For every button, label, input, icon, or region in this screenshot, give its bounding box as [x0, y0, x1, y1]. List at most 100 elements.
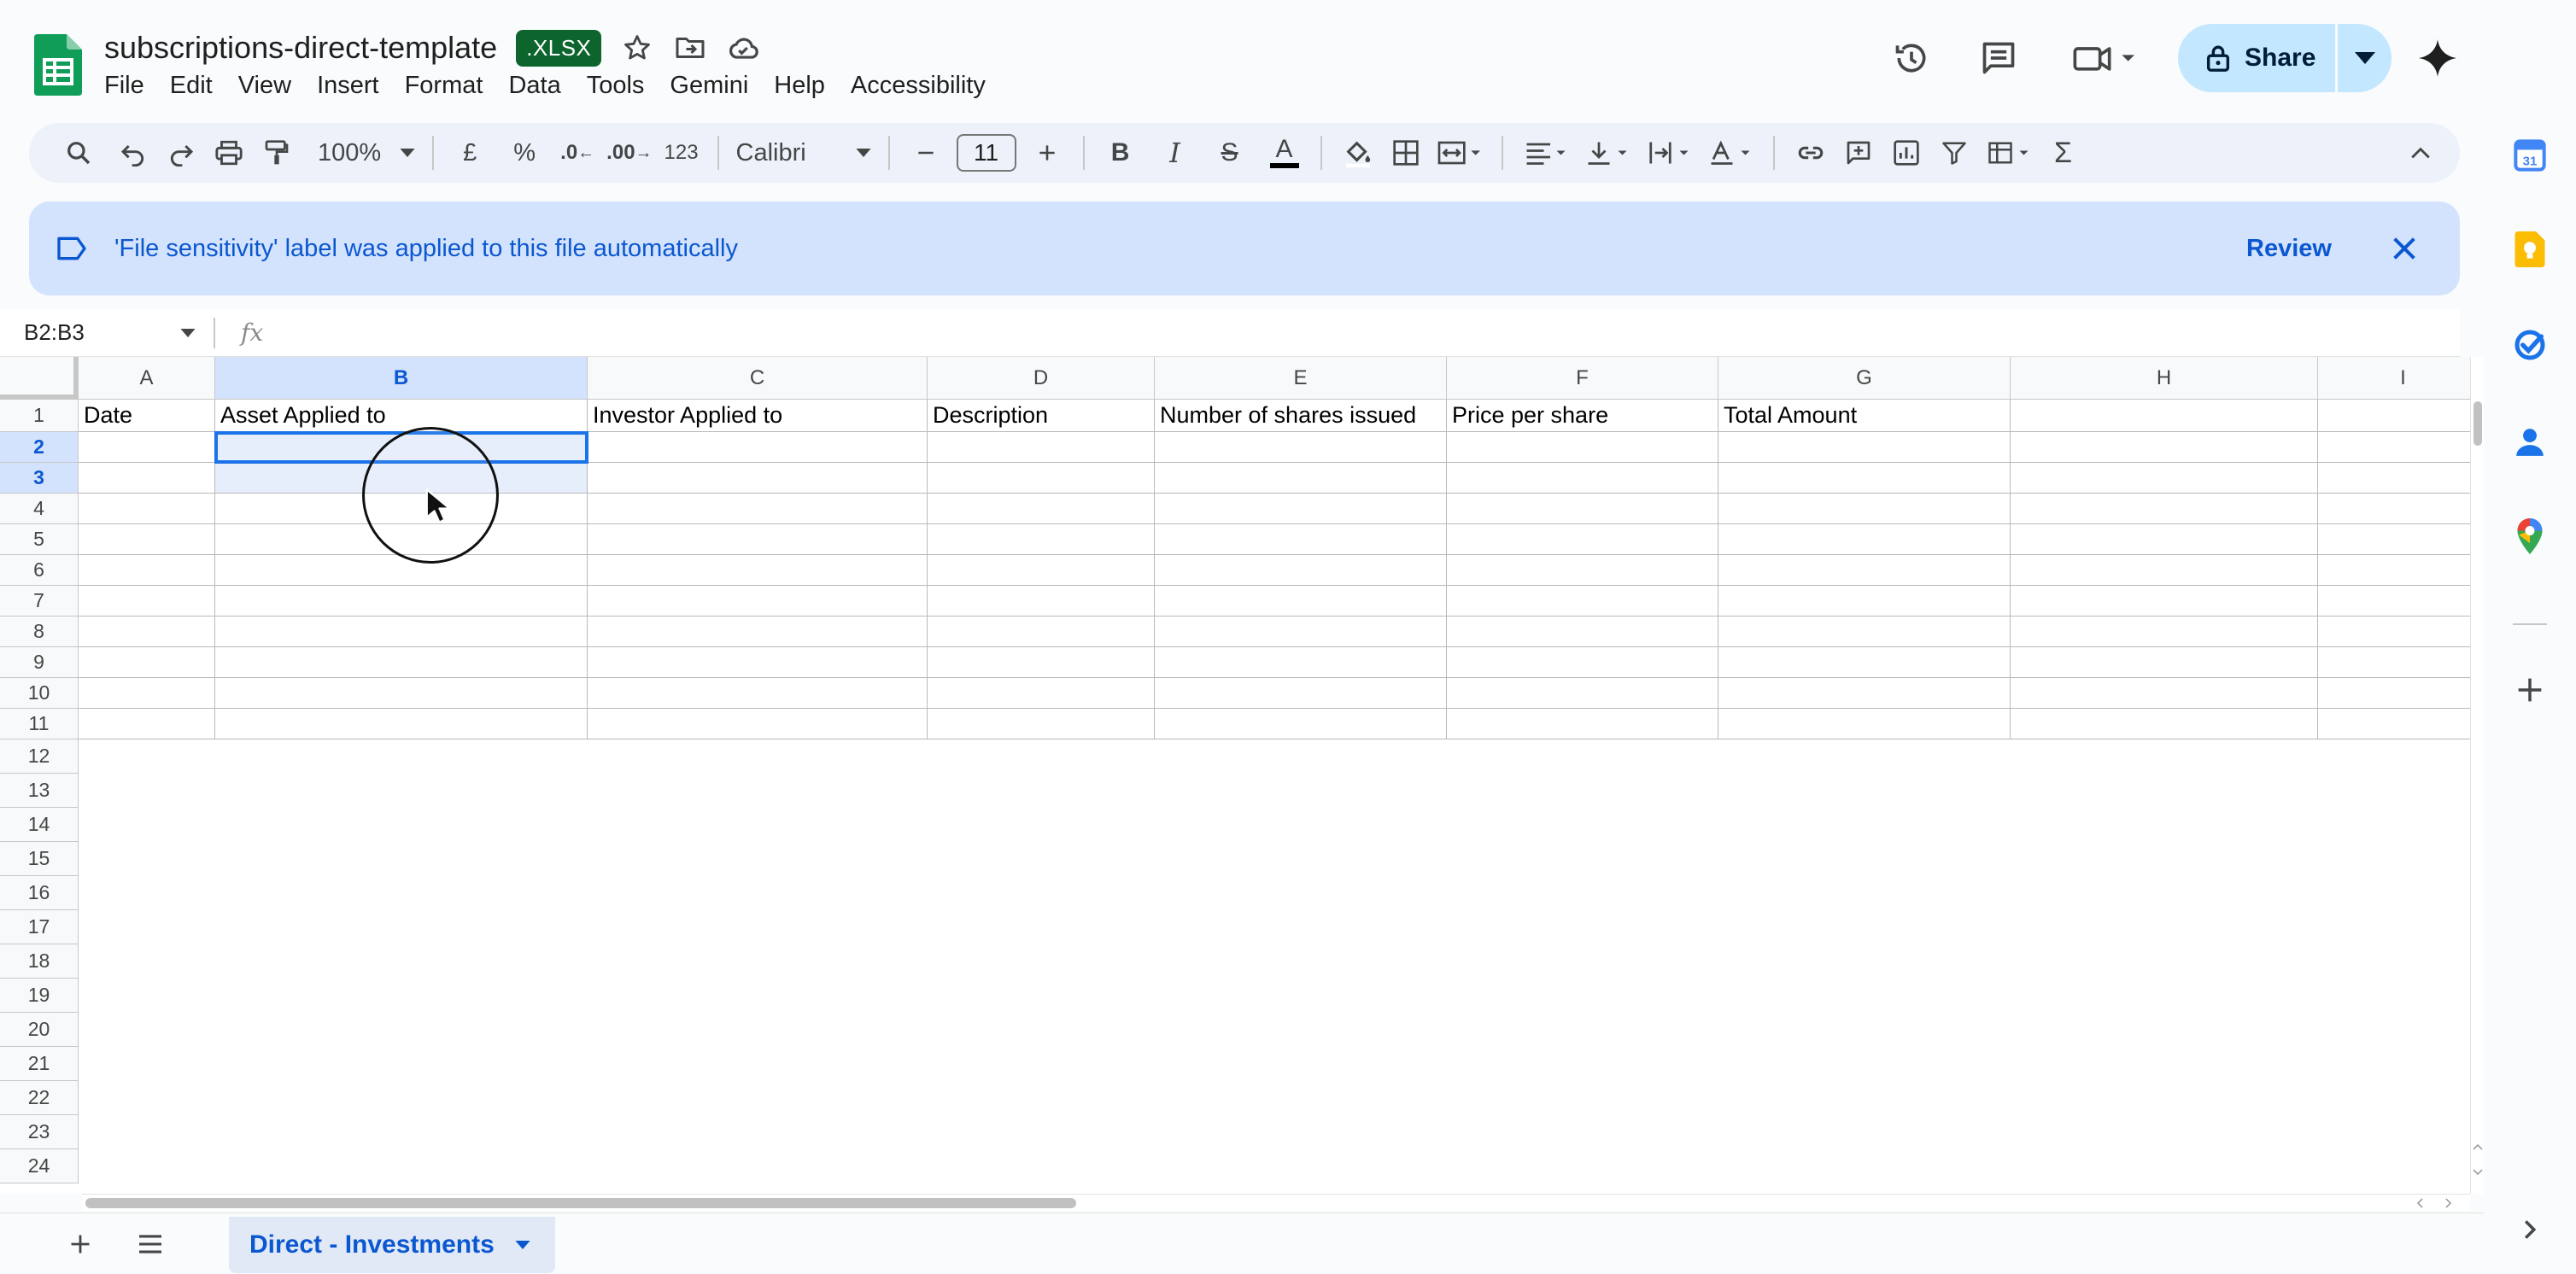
cell-e10[interactable]: [1155, 678, 1447, 709]
contacts-icon[interactable]: [2509, 422, 2550, 463]
zoom-select[interactable]: 100%: [313, 129, 420, 177]
name-box-caret-icon[interactable]: [171, 328, 205, 337]
increase-font-size-button[interactable]: [1023, 129, 1071, 177]
insert-link-icon[interactable]: [1787, 129, 1835, 177]
cell-h7[interactable]: [2011, 586, 2318, 617]
cell-h1[interactable]: [2011, 400, 2318, 432]
cell-e5[interactable]: [1155, 524, 1447, 555]
version-history-icon[interactable]: [1886, 32, 1937, 84]
tasks-icon[interactable]: [2509, 324, 2550, 365]
cell-b6[interactable]: [215, 555, 588, 586]
cell-c11[interactable]: [588, 709, 928, 739]
share-dropdown-button[interactable]: [2338, 24, 2392, 92]
row-header-7[interactable]: 7: [0, 586, 79, 617]
cell-d7[interactable]: [928, 586, 1155, 617]
column-header-f[interactable]: F: [1447, 357, 1718, 400]
cell-c3[interactable]: [588, 463, 928, 494]
row-header-15[interactable]: 15: [0, 842, 79, 876]
cell-e2[interactable]: [1155, 432, 1447, 463]
row-header-12[interactable]: 12: [0, 739, 79, 774]
row-header-20[interactable]: 20: [0, 1013, 79, 1047]
cell-i2[interactable]: [2318, 432, 2470, 463]
calendar-icon[interactable]: 31: [2509, 135, 2550, 176]
cell-i10[interactable]: [2318, 678, 2470, 709]
cell-g9[interactable]: [1718, 647, 2011, 678]
cell-i11[interactable]: [2318, 709, 2470, 739]
cell-g1[interactable]: Total Amount: [1718, 400, 2011, 432]
menu-gemini[interactable]: Gemini: [657, 68, 761, 102]
row-header-10[interactable]: 10: [0, 678, 79, 709]
cell-b10[interactable]: [215, 678, 588, 709]
cell-c6[interactable]: [588, 555, 928, 586]
redo-icon[interactable]: [157, 129, 205, 177]
menu-tools[interactable]: Tools: [574, 68, 658, 102]
text-rotation-icon[interactable]: [1700, 129, 1761, 177]
cell-g2[interactable]: [1718, 432, 2011, 463]
filter-icon[interactable]: [1930, 129, 1978, 177]
cell-a5[interactable]: [79, 524, 215, 555]
get-addons-plus-icon[interactable]: [2509, 669, 2550, 710]
cell-d11[interactable]: [928, 709, 1155, 739]
cell-h2[interactable]: [2011, 432, 2318, 463]
menu-edit[interactable]: Edit: [157, 68, 225, 102]
select-all-corner[interactable]: [0, 357, 79, 400]
cell-e8[interactable]: [1155, 617, 1447, 647]
cell-f4[interactable]: [1447, 494, 1718, 524]
menu-data[interactable]: Data: [495, 68, 573, 102]
horizontal-scroll-thumb[interactable]: [85, 1198, 1076, 1208]
cell-h11[interactable]: [2011, 709, 2318, 739]
share-button[interactable]: Share: [2178, 24, 2335, 92]
cell-g4[interactable]: [1718, 494, 2011, 524]
cell-a1[interactable]: Date: [79, 400, 215, 432]
add-sheet-icon[interactable]: [55, 1218, 106, 1270]
cell-f7[interactable]: [1447, 586, 1718, 617]
cell-i8[interactable]: [2318, 617, 2470, 647]
menu-accessibility[interactable]: Accessibility: [838, 68, 998, 102]
menu-insert[interactable]: Insert: [304, 68, 392, 102]
strikethrough-button[interactable]: S: [1206, 129, 1254, 177]
row-header-14[interactable]: 14: [0, 808, 79, 842]
cell-h4[interactable]: [2011, 494, 2318, 524]
more-formats-button[interactable]: 123: [658, 129, 705, 177]
cell-c9[interactable]: [588, 647, 928, 678]
cell-f8[interactable]: [1447, 617, 1718, 647]
cell-c4[interactable]: [588, 494, 928, 524]
cell-c5[interactable]: [588, 524, 928, 555]
cell-c7[interactable]: [588, 586, 928, 617]
row-header-2[interactable]: 2: [0, 432, 79, 463]
meet-video-icon[interactable]: [2064, 32, 2149, 84]
row-header-11[interactable]: 11: [0, 709, 79, 739]
column-header-a[interactable]: A: [79, 357, 215, 400]
row-header-3[interactable]: 3: [0, 463, 79, 494]
row-header-4[interactable]: 4: [0, 494, 79, 524]
cell-d1[interactable]: Description: [928, 400, 1155, 432]
cell-b9[interactable]: [215, 647, 588, 678]
cell-d8[interactable]: [928, 617, 1155, 647]
cell-b8[interactable]: [215, 617, 588, 647]
cell-i7[interactable]: [2318, 586, 2470, 617]
cell-d4[interactable]: [928, 494, 1155, 524]
column-header-d[interactable]: D: [928, 357, 1155, 400]
fill-color-icon[interactable]: [1334, 129, 1382, 177]
cell-d3[interactable]: [928, 463, 1155, 494]
font-family-select[interactable]: Calibri: [731, 129, 876, 177]
row-header-1[interactable]: 1: [0, 400, 79, 432]
document-title[interactable]: subscriptions-direct-template: [104, 30, 497, 66]
cell-a4[interactable]: [79, 494, 215, 524]
cell-d6[interactable]: [928, 555, 1155, 586]
all-sheets-menu-icon[interactable]: [125, 1218, 176, 1270]
row-header-13[interactable]: 13: [0, 774, 79, 808]
cell-i6[interactable]: [2318, 555, 2470, 586]
horizontal-scrollbar[interactable]: [82, 1194, 2470, 1211]
row-header-22[interactable]: 22: [0, 1081, 79, 1115]
decrease-font-size-button[interactable]: [902, 129, 950, 177]
cell-e4[interactable]: [1155, 494, 1447, 524]
row-header-24[interactable]: 24: [0, 1149, 79, 1183]
cell-f9[interactable]: [1447, 647, 1718, 678]
merge-cells-icon[interactable]: [1430, 129, 1490, 177]
filter-views-icon[interactable]: [1978, 129, 2040, 177]
move-folder-icon[interactable]: [673, 31, 707, 65]
cell-i1[interactable]: [2318, 400, 2470, 432]
row-header-19[interactable]: 19: [0, 979, 79, 1013]
cell-b1[interactable]: Asset Applied to: [215, 400, 588, 432]
